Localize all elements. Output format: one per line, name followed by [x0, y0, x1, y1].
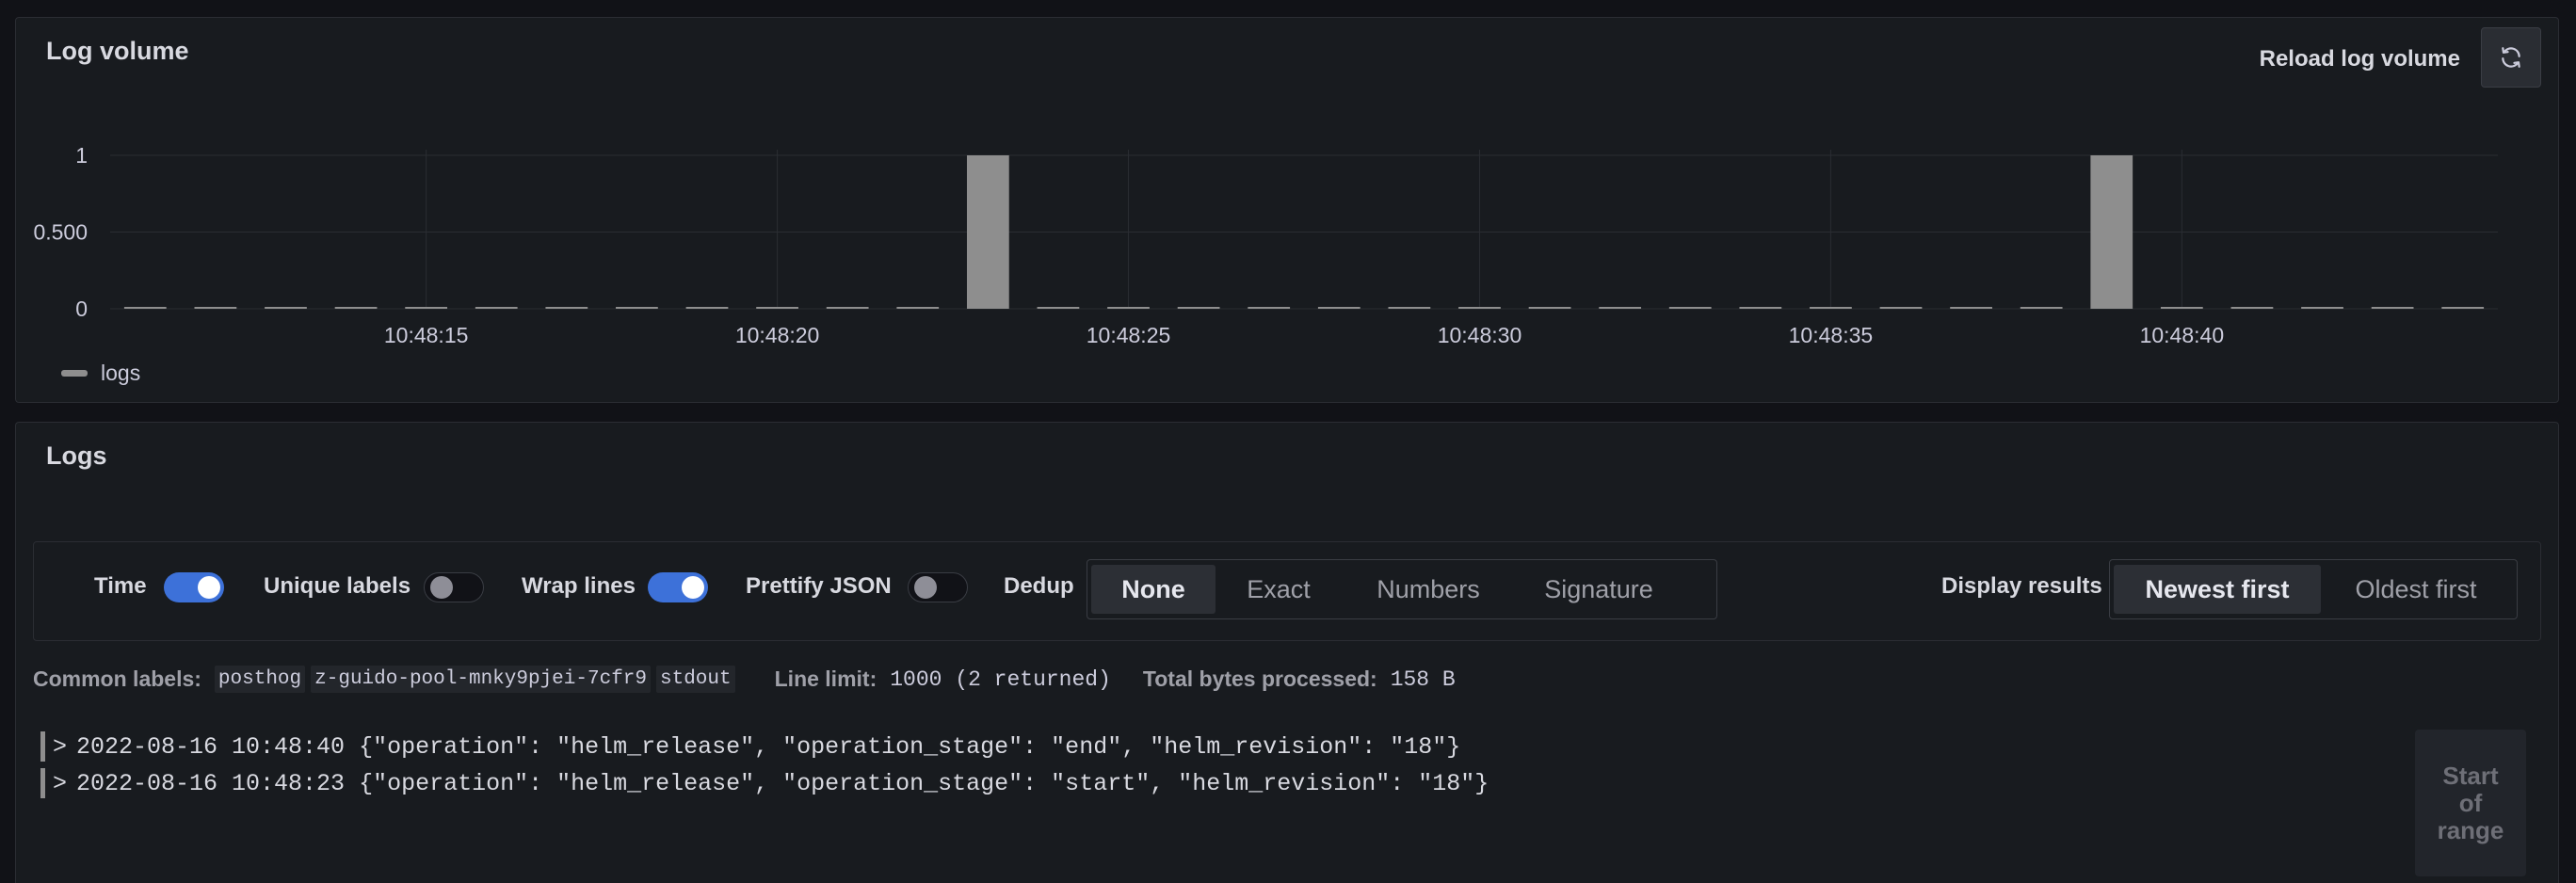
- log-row[interactable]: > 2022-08-16 10:48:40 {"operation": "hel…: [40, 731, 1460, 762]
- common-label-chip: posthog: [214, 666, 306, 693]
- toggle-knob: [682, 576, 704, 599]
- bar-10:48:30: [1458, 307, 1501, 309]
- bar-10:48:23: [966, 155, 1009, 309]
- y-tick-label: 0: [75, 297, 88, 321]
- bar-10:48:15: [405, 307, 448, 309]
- expand-chevron-icon[interactable]: >: [53, 770, 67, 797]
- bar-10:48:36: [1879, 307, 1923, 309]
- y-tick-label: 0.500: [33, 220, 88, 245]
- dedup-option-none[interactable]: None: [1091, 565, 1216, 614]
- common-labels-key: Common labels:: [33, 666, 201, 691]
- bar-10:48:37: [1950, 307, 1992, 309]
- start-of-range-line: of: [2458, 788, 2483, 817]
- bar-10:48:33: [1668, 307, 1712, 309]
- bar-10:48:40: [2160, 307, 2203, 309]
- dedup-option-exact[interactable]: Exact: [1216, 565, 1342, 614]
- sort-option-newest-first[interactable]: Newest first: [2114, 565, 2321, 614]
- prettify-json-toggle-label: Prettify JSON: [746, 573, 892, 599]
- bar-10:48:42: [2301, 307, 2343, 309]
- bar-10:48:41: [2230, 307, 2274, 309]
- bar-10:48:32: [1599, 307, 1642, 309]
- toggle-knob: [914, 576, 937, 599]
- bar-10:48:38: [2020, 307, 2063, 309]
- bar-10:48:28: [1317, 307, 1360, 309]
- bar-10:48:14: [334, 307, 378, 309]
- bar-10:48:25: [1107, 307, 1150, 309]
- x-tick-label: 10:48:15: [384, 323, 469, 347]
- logs-options-bar: Time Unique labels Wrap lines Prettify J…: [33, 541, 2541, 641]
- x-tick-label: 10:48:30: [1438, 323, 1522, 347]
- bar-10:48:20: [756, 307, 798, 309]
- x-tick-label: 10:48:25: [1087, 323, 1171, 347]
- bar-10:48:27: [1248, 307, 1291, 309]
- log-volume-chart: 0 0.500 1 10:48:15 10:48:20 10:48:25 10:48:30 1…: [33, 143, 2498, 347]
- bar-10:48:17: [545, 307, 588, 309]
- legend-label: logs: [101, 361, 141, 385]
- bar-10:48:34: [1739, 307, 1782, 309]
- log-line-text: 2022-08-16 10:48:40 {"operation": "helm_…: [76, 732, 1461, 761]
- dedup-radio-group: None Exact Numbers Signature: [1087, 559, 1717, 619]
- start-of-range-line: Start: [2442, 761, 2499, 790]
- expand-chevron-icon[interactable]: >: [53, 733, 67, 761]
- wrap-lines-toggle-label: Wrap lines: [522, 573, 636, 599]
- x-tick-label: 10:48:20: [735, 323, 820, 347]
- chart-legend[interactable]: logs: [61, 361, 140, 386]
- wrap-lines-toggle[interactable]: [648, 572, 708, 602]
- sort-option-oldest-first[interactable]: Oldest first: [2321, 565, 2511, 614]
- bar-10:48:26: [1177, 307, 1220, 309]
- unique-labels-toggle[interactable]: [424, 572, 484, 602]
- common-label-chip: stdout: [656, 666, 735, 693]
- prettify-json-toggle[interactable]: [908, 572, 968, 602]
- total-bytes-value: 158 B: [1390, 666, 1456, 692]
- log-row[interactable]: > 2022-08-16 10:48:23 {"operation": "hel…: [40, 768, 1489, 798]
- bar-10:48:29: [1388, 307, 1431, 309]
- toggle-knob: [198, 576, 220, 599]
- log-level-bar: [40, 731, 45, 762]
- time-toggle-label: Time: [94, 573, 147, 599]
- bar-10:48:19: [685, 307, 729, 309]
- common-label-chip: z-guido-pool-mnky9pjei-7cfr9: [311, 666, 651, 693]
- legend-swatch: [61, 370, 88, 377]
- log-volume-panel: Log volume Reload log volume 0 0.500 1 10:4…: [15, 17, 2559, 403]
- line-limit-value: 1000 (2 returned): [890, 666, 1111, 692]
- bar-10:48:35: [1810, 307, 1852, 309]
- bar-10:48:22: [896, 307, 940, 309]
- unique-labels-toggle-label: Unique labels: [264, 573, 411, 599]
- bar-10:48:12: [194, 307, 237, 309]
- start-of-range-button[interactable]: Start of range: [2415, 730, 2526, 876]
- toggle-knob: [430, 576, 453, 599]
- bar-10:48:44: [2441, 307, 2485, 309]
- bar-10:48:21: [826, 307, 869, 309]
- log-level-bar: [40, 768, 45, 798]
- log-line-text: 2022-08-16 10:48:23 {"operation": "helm_…: [76, 769, 1489, 797]
- bar-10:48:11: [123, 307, 167, 309]
- dedup-option-numbers[interactable]: Numbers: [1342, 565, 1515, 614]
- bar-10:48:31: [1528, 307, 1571, 309]
- bar-10:48:24: [1037, 307, 1080, 309]
- bar-10:48:39: [2090, 155, 2133, 309]
- logs-meta-row: Common labels: posthog z-guido-pool-mnky…: [33, 666, 1456, 693]
- dedup-label: Dedup: [1004, 573, 1074, 599]
- logs-title: Logs: [46, 442, 107, 470]
- logs-panel: Logs Time Unique labels Wrap lines Prett…: [15, 422, 2559, 883]
- start-of-range-line: range: [2437, 815, 2504, 844]
- bar-10:48:43: [2371, 307, 2414, 309]
- display-results-label: Display results: [1941, 573, 2102, 599]
- x-tick-label: 10:48:35: [1789, 323, 1874, 347]
- x-tick-label: 10:48:40: [2140, 323, 2225, 347]
- y-tick-label: 1: [75, 143, 88, 168]
- total-bytes-key: Total bytes processed:: [1142, 666, 1377, 691]
- time-toggle[interactable]: [164, 572, 224, 602]
- bar-10:48:16: [475, 307, 518, 309]
- bar-10:48:13: [265, 307, 307, 309]
- line-limit-key: Line limit:: [774, 666, 877, 691]
- display-results-radio-group: Newest first Oldest first: [2109, 559, 2518, 619]
- bar-10:48:18: [616, 307, 658, 309]
- dedup-option-signature[interactable]: Signature: [1515, 565, 1682, 614]
